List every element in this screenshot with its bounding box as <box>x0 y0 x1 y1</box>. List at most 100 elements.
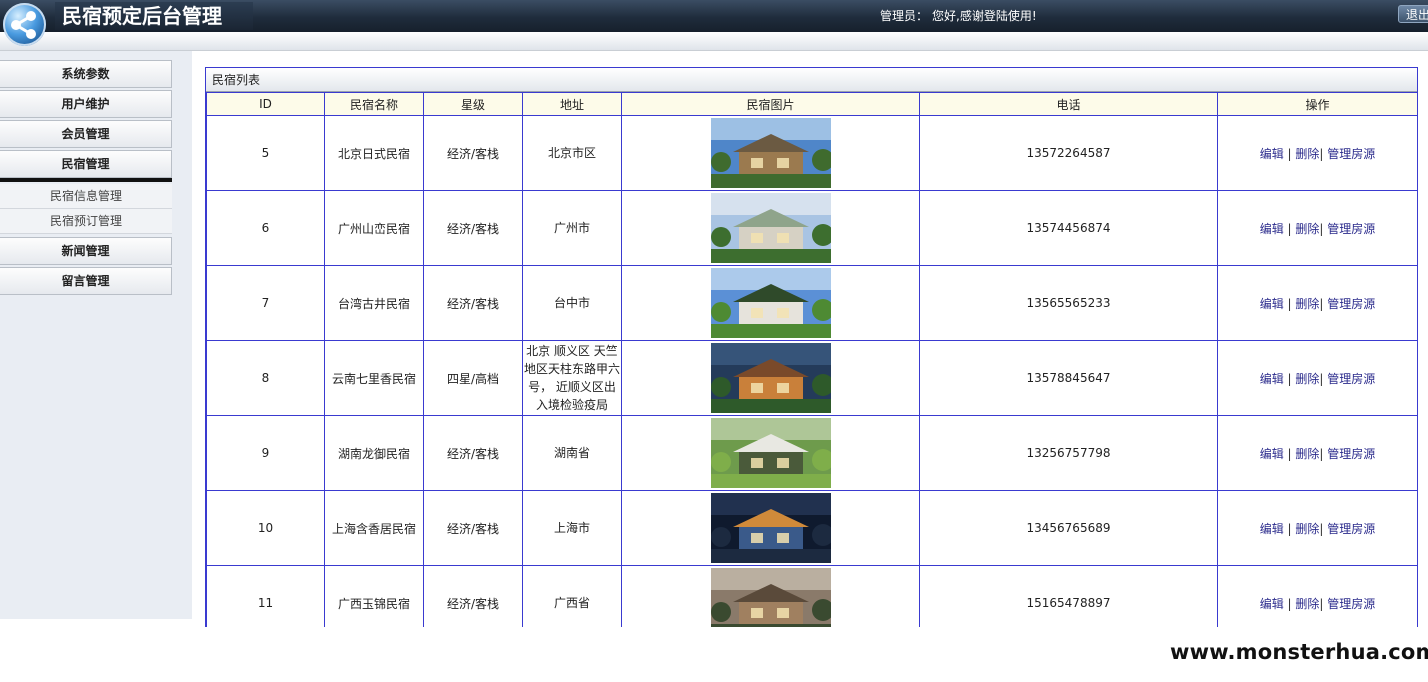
delete-link[interactable]: 删除 <box>1295 522 1319 536</box>
homestay-photo <box>710 118 831 188</box>
action-separator: | <box>1319 446 1324 461</box>
homestay-photo <box>710 268 831 338</box>
sidebar: 系统参数 用户维护 会员管理 民宿管理 民宿信息管理 民宿预订管理 新闻管理 留… <box>0 51 192 619</box>
cell-star: 经济/客栈 <box>423 490 523 566</box>
delete-link[interactable]: 删除 <box>1295 297 1319 311</box>
cell-name: 湖南龙御民宿 <box>324 415 424 491</box>
sidebar-item-news-management[interactable]: 新闻管理 <box>0 237 172 265</box>
cell-phone: 15165478897 <box>919 565 1218 627</box>
action-separator: | <box>1319 596 1324 611</box>
cell-id: 5 <box>206 115 325 191</box>
watermark: www.monsterhua.com <box>1170 640 1428 664</box>
action-separator: | <box>1287 296 1292 311</box>
manage-rooms-link[interactable]: 管理房源 <box>1327 297 1375 311</box>
column-header-image: 民宿图片 <box>621 92 920 116</box>
active-menu-indicator <box>0 178 172 182</box>
sidebar-item-member-management[interactable]: 会员管理 <box>0 120 172 148</box>
delete-link[interactable]: 删除 <box>1295 597 1319 611</box>
delete-link[interactable]: 删除 <box>1295 372 1319 386</box>
cell-address: 广西省 <box>522 565 622 627</box>
sidebar-item-user-maintenance[interactable]: 用户维护 <box>0 90 172 118</box>
action-separator: | <box>1319 521 1324 536</box>
logout-button[interactable]: 退出 <box>1398 5 1428 23</box>
cell-address: 广州市 <box>522 190 622 266</box>
cell-address: 湖南省 <box>522 415 622 491</box>
edit-link[interactable]: 编辑 <box>1260 372 1284 386</box>
cell-name: 北京日式民宿 <box>324 115 424 191</box>
column-header-id: ID <box>206 92 325 116</box>
cell-star: 经济/客栈 <box>423 190 523 266</box>
table-row: 11 广西玉锦民宿 经济/客栈 广西省 15165478897 编辑 | 删除| 管理房源 <box>206 565 1417 627</box>
table-row: 10 上海含香居民宿 经济/客栈 上海市 13456765689 编辑 | 删除| 管理房… <box>206 490 1417 566</box>
cell-image <box>621 115 920 191</box>
submenu-item-homestay-booking[interactable]: 民宿预订管理 <box>0 209 172 234</box>
cell-image <box>621 490 920 566</box>
action-separator: | <box>1287 446 1292 461</box>
table-row: 7 台湾古井民宿 经济/客栈 台中市 13565565233 编辑 | 删除| 管理房源 <box>206 265 1417 341</box>
homestay-table: ID 民宿名称 星级 地址 民宿图片 电话 操作 5 北京日式民宿 经济/客栈 北京市… <box>206 92 1417 627</box>
cell-id: 10 <box>206 490 325 566</box>
column-header-star: 星级 <box>423 92 523 116</box>
edit-link[interactable]: 编辑 <box>1260 522 1284 536</box>
table-header-row: ID 民宿名称 星级 地址 民宿图片 电话 操作 <box>206 92 1417 116</box>
homestay-photo <box>710 493 831 563</box>
cell-actions: 编辑 | 删除| 管理房源 <box>1217 265 1417 341</box>
cell-actions: 编辑 | 删除| 管理房源 <box>1217 490 1417 566</box>
top-sub-bar <box>0 32 1428 51</box>
sidebar-item-message-management[interactable]: 留言管理 <box>0 267 172 295</box>
column-header-actions: 操作 <box>1217 92 1417 116</box>
cell-star: 经济/客栈 <box>423 565 523 627</box>
cell-image <box>621 415 920 491</box>
delete-link[interactable]: 删除 <box>1295 147 1319 161</box>
homestay-photo <box>710 418 831 488</box>
manage-rooms-link[interactable]: 管理房源 <box>1327 522 1375 536</box>
edit-link[interactable]: 编辑 <box>1260 297 1284 311</box>
edit-link[interactable]: 编辑 <box>1260 447 1284 461</box>
homestay-photo <box>710 343 831 413</box>
action-separator: | <box>1287 371 1292 386</box>
homestay-photo <box>710 568 831 627</box>
edit-link[interactable]: 编辑 <box>1260 597 1284 611</box>
sidebar-item-system-params[interactable]: 系统参数 <box>0 60 172 88</box>
action-separator: | <box>1319 221 1324 236</box>
manage-rooms-link[interactable]: 管理房源 <box>1327 597 1375 611</box>
cell-actions: 编辑 | 删除| 管理房源 <box>1217 115 1417 191</box>
cell-phone: 13572264587 <box>919 115 1218 191</box>
cell-address: 北京 顺义区 天竺地区天柱东路甲六号， 近顺义区出入境检验疫局 <box>522 340 622 416</box>
action-separator: | <box>1287 521 1292 536</box>
cell-name: 广西玉锦民宿 <box>324 565 424 627</box>
share-network-icon <box>3 3 46 46</box>
cell-address: 上海市 <box>522 490 622 566</box>
cell-address: 台中市 <box>522 265 622 341</box>
column-header-name: 民宿名称 <box>324 92 424 116</box>
delete-link[interactable]: 删除 <box>1295 222 1319 236</box>
manage-rooms-link[interactable]: 管理房源 <box>1327 372 1375 386</box>
column-header-address: 地址 <box>522 92 622 116</box>
table-row: 6 广州山峦民宿 经济/客栈 广州市 13574456874 编辑 | 删除| 管理房源 <box>206 190 1417 266</box>
cell-actions: 编辑 | 删除| 管理房源 <box>1217 190 1417 266</box>
cell-address: 北京市区 <box>522 115 622 191</box>
edit-link[interactable]: 编辑 <box>1260 147 1284 161</box>
column-header-phone: 电话 <box>919 92 1218 116</box>
action-separator: | <box>1319 146 1324 161</box>
action-separator: | <box>1287 146 1292 161</box>
panel-title: 民宿列表 <box>206 68 1417 92</box>
cell-star: 四星/高档 <box>423 340 523 416</box>
homestay-list-panel: 民宿列表 ID 民宿名称 星级 地址 民宿图片 电话 操作 5 北京日式民宿 经济/… <box>205 67 1418 627</box>
delete-link[interactable]: 删除 <box>1295 447 1319 461</box>
cell-actions: 编辑 | 删除| 管理房源 <box>1217 415 1417 491</box>
cell-name: 广州山峦民宿 <box>324 190 424 266</box>
app-title: 民宿预定后台管理 <box>55 2 253 30</box>
admin-label: 管理员： <box>880 9 929 23</box>
sidebar-item-homestay-management[interactable]: 民宿管理 <box>0 150 172 178</box>
action-separator: | <box>1287 221 1292 236</box>
table-row: 9 湖南龙御民宿 经济/客栈 湖南省 13256757798 编辑 | 删除| 管理房源 <box>206 415 1417 491</box>
cell-image <box>621 265 920 341</box>
cell-phone: 13574456874 <box>919 190 1218 266</box>
submenu-item-homestay-info[interactable]: 民宿信息管理 <box>0 184 172 209</box>
edit-link[interactable]: 编辑 <box>1260 222 1284 236</box>
cell-id: 9 <box>206 415 325 491</box>
manage-rooms-link[interactable]: 管理房源 <box>1327 222 1375 236</box>
manage-rooms-link[interactable]: 管理房源 <box>1327 147 1375 161</box>
manage-rooms-link[interactable]: 管理房源 <box>1327 447 1375 461</box>
